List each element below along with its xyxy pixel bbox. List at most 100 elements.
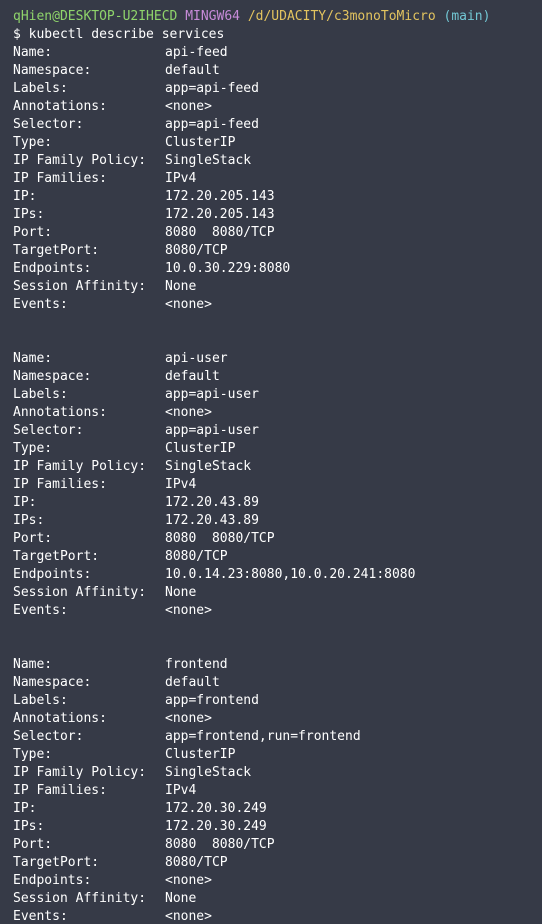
field-row: Endpoints: <none> [13,872,542,890]
field-key: Name: [13,351,53,366]
field-value: 8080/TCP [165,549,228,564]
field-row: Annotations: <none> [13,404,542,422]
field-key: Session Affinity: [13,891,147,906]
field-row: Endpoints: 10.0.14.23:8080,10.0.20.241:80… [13,566,542,584]
field-value: <none> [165,405,212,420]
prompt-branch: (main) [443,9,491,24]
field-value: app=api-user [165,423,259,438]
field-key: Namespace: [13,675,92,690]
field-row: TargetPort: 8080/TCP [13,854,542,872]
field-value: 172.20.43.89 [165,495,259,510]
field-value: None [165,585,197,600]
field-row: IP Family Policy: SingleStack [13,152,542,170]
field-key: Events: [13,603,68,618]
field-value: 172.20.30.249 [165,801,267,816]
field-value: frontend [165,657,228,672]
field-row: IP: 172.20.43.89 [13,494,542,512]
field-key: Selector: [13,729,84,744]
field-key: Port: [13,531,53,546]
field-value: api-feed [165,45,228,60]
field-key: Events: [13,909,68,924]
field-value: SingleStack [165,459,252,474]
field-key: TargetPort: [13,855,100,870]
field-row: Port: 8080 8080/TCP [13,836,542,854]
field-row: Name: api-user [13,350,542,368]
field-key: IP Family Policy: [13,765,147,780]
field-value: 10.0.14.23:8080,10.0.20.241:8080 [165,567,416,582]
field-value: 8080 8080/TCP [165,225,275,240]
field-value: api-user [165,351,228,366]
field-row: Port: 8080 8080/TCP [13,530,542,548]
field-row: Annotations: <none> [13,98,542,116]
field-row: Session Affinity: None [13,278,542,296]
field-row: TargetPort: 8080/TCP [13,548,542,566]
field-row: IPs: 172.20.43.89 [13,512,542,530]
field-row: Type: ClusterIP [13,134,542,152]
field-row: Port: 8080 8080/TCP [13,224,542,242]
field-key: IP Families: [13,783,107,798]
field-key: IP: [13,189,37,204]
field-key: Namespace: [13,369,92,384]
field-value: 8080 8080/TCP [165,837,275,852]
field-row: IP Family Policy: SingleStack [13,458,542,476]
field-value: 10.0.30.229:8080 [165,261,291,276]
field-row: IPs: 172.20.205.143 [13,206,542,224]
field-row: Selector: app=api-feed [13,116,542,134]
terminal-window[interactable]: qHien@DESKTOP-U2IHECD MINGW64 /d/UDACITY… [0,0,542,924]
field-row: Type: ClusterIP [13,746,542,764]
field-key: Port: [13,225,53,240]
field-value: 172.20.30.249 [165,819,267,834]
field-key: IPs: [13,513,45,528]
field-key: IP Family Policy: [13,153,147,168]
field-key: Annotations: [13,711,107,726]
field-value: <none> [165,99,212,114]
field-row: Namespace: default [13,674,542,692]
field-key: Name: [13,657,53,672]
field-value: <none> [165,711,212,726]
field-key: Session Affinity: [13,585,147,600]
field-row: Annotations: <none> [13,710,542,728]
field-row: IP Family Policy: SingleStack [13,764,542,782]
command-output: Name: api-feed Namespace: default Labels: app… [13,44,542,924]
field-key: Selector: [13,117,84,132]
field-row: Name: api-feed [13,44,542,62]
field-value: app=api-feed [165,117,259,132]
field-key: Labels: [13,387,68,402]
field-key: Annotations: [13,99,107,114]
service-block: Name: api-feed Namespace: default Labels: app… [13,44,542,314]
field-row: Session Affinity: None [13,584,542,602]
field-key: IP Family Policy: [13,459,147,474]
field-value: None [165,279,197,294]
field-value: 172.20.205.143 [165,189,275,204]
field-key: Labels: [13,693,68,708]
field-key: TargetPort: [13,243,100,258]
field-value: app=api-user [165,387,259,402]
field-value: 172.20.205.143 [165,207,275,222]
field-value: SingleStack [165,765,252,780]
field-row: IP Families: IPv4 [13,782,542,800]
field-value: <none> [165,297,212,312]
command-text: kubectl describe services [28,27,225,42]
service-block: Name: frontend Namespace: default Labels: app… [13,656,542,924]
field-row: Type: ClusterIP [13,440,542,458]
field-row: Namespace: default [13,62,542,80]
field-value: IPv4 [165,171,197,186]
field-row: IP: 172.20.205.143 [13,188,542,206]
field-key: IP: [13,495,37,510]
service-block: Name: api-user Namespace: default Labels: app… [13,350,542,620]
field-value: app=frontend [165,693,259,708]
field-value: ClusterIP [165,747,236,762]
field-row: IPs: 172.20.30.249 [13,818,542,836]
field-key: IP Families: [13,171,107,186]
field-value: <none> [165,909,212,924]
field-value: 8080/TCP [165,243,228,258]
field-key: Session Affinity: [13,279,147,294]
field-key: Endpoints: [13,873,92,888]
field-row: Labels: app=api-feed [13,80,542,98]
field-key: Type: [13,747,53,762]
field-value: app=api-feed [165,81,259,96]
field-key: Type: [13,441,53,456]
